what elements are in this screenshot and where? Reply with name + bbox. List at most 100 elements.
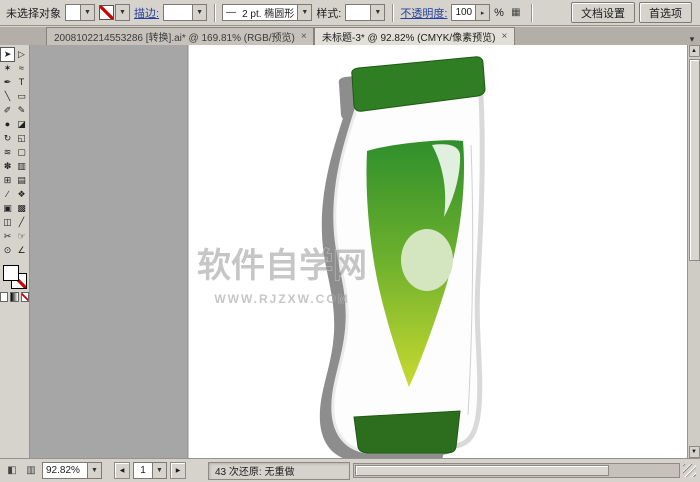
chevron-down-icon: ▼: [80, 5, 94, 20]
zoom-tool[interactable]: ⊙: [1, 244, 14, 257]
none-mode-button[interactable]: [21, 292, 29, 302]
opacity-panel-link[interactable]: 不透明度:: [400, 5, 447, 21]
separator: [531, 4, 532, 22]
watermark-text-line2: WWW.RJZXW.COM: [214, 292, 349, 306]
vertical-scrollbar[interactable]: ▲ ▼: [687, 45, 700, 458]
vertical-scroll-track[interactable]: [689, 57, 700, 446]
type-tool[interactable]: T: [15, 76, 28, 89]
chevron-down-icon: ▼: [152, 463, 166, 478]
status-bar: ◧ ▥ 92.82% ▼ ◀ 1 ▼ ▶ 43 次还原: 无重做: [0, 458, 700, 482]
paint-mode-buttons: [0, 292, 29, 302]
blend-tool[interactable]: ❖: [15, 188, 28, 201]
chevron-down-icon: ▼: [370, 5, 384, 20]
watermark-text-line1: 软件自学网: [197, 246, 367, 285]
artboard-tool[interactable]: ◫: [1, 216, 14, 229]
prev-artboard-icon[interactable]: ◀: [114, 462, 130, 479]
zoom-level-combo[interactable]: 92.82% ▼: [42, 462, 102, 479]
chevron-down-icon: ▼: [297, 5, 311, 20]
shaver-base[interactable]: [354, 411, 460, 453]
stroke-none-swatch[interactable]: [99, 5, 114, 20]
next-artboard-icon[interactable]: ▶: [170, 462, 186, 479]
power-button-shape[interactable]: [401, 229, 453, 291]
options-bar: 未选择对象 ▼ ▼ 描边: ▼ — 2 pt. 椭圆形 ▼ 样式: ▼ 不透明度…: [0, 0, 700, 26]
watermark: 软件自学网 WWW.RJZXW.COM: [197, 246, 367, 306]
color-mode-button[interactable]: [0, 292, 8, 302]
tab-label: 2008102214553286 [转换].ai* @ 169.81% (RGB…: [54, 29, 295, 44]
selection-tool[interactable]: ➤: [1, 48, 14, 61]
chevron-down-icon: ▼: [115, 4, 130, 21]
separator: [392, 4, 393, 22]
appearance-dropdown[interactable]: ▼: [65, 4, 95, 21]
brush-definition-combo[interactable]: — 2 pt. 椭圆形 ▼: [222, 4, 312, 21]
eraser-tool[interactable]: ◪: [15, 118, 28, 131]
close-icon[interactable]: ×: [301, 31, 307, 42]
gradient-mode-button[interactable]: [10, 292, 18, 302]
document-tab-2[interactable]: 未标题-3* @ 92.82% (CMYK/像素预览) ×: [314, 27, 515, 45]
canvas-area[interactable]: 软件自学网 WWW.RJZXW.COM: [30, 45, 687, 458]
document-setup-button[interactable]: 文档设置: [571, 2, 635, 23]
chevron-down-icon: ▼: [87, 463, 101, 478]
tab-label: 未标题-3* @ 92.82% (CMYK/像素预览): [322, 29, 496, 44]
eyedropper-tool[interactable]: ∕: [1, 188, 14, 201]
warp-tool[interactable]: ≋: [1, 146, 14, 159]
scroll-up-icon[interactable]: ▲: [689, 45, 700, 57]
gradient-tool[interactable]: ▤: [15, 174, 28, 187]
direct-selection-tool[interactable]: ▷: [15, 48, 28, 61]
zoom-level-value: 92.82%: [43, 465, 87, 476]
measure-tool[interactable]: ∠: [15, 244, 28, 257]
tab-overflow-icon[interactable]: ▾: [684, 34, 700, 45]
resize-grip[interactable]: [683, 464, 696, 477]
scroll-down-icon[interactable]: ▼: [689, 446, 700, 458]
fill-swatch[interactable]: [3, 265, 19, 281]
opacity-combo[interactable]: 100 ▸: [451, 4, 490, 21]
undo-status-box: 43 次还原: 无重做: [208, 462, 350, 480]
stroke-panel-link[interactable]: 描边:: [134, 5, 159, 21]
symbol-sprayer-tool[interactable]: ✽: [1, 160, 14, 173]
close-icon[interactable]: ×: [502, 31, 508, 42]
document-tab-1[interactable]: 2008102214553286 [转换].ai* @ 169.81% (RGB…: [46, 27, 314, 45]
mini-fill-stroke-icon[interactable]: ◧: [4, 463, 20, 479]
tools-panel: ➤ ▷ ✶ ≈ ✒ T ╲ ▭ ✐ ✎ ● ◪ ↻ ◱ ≋ ▢ ✽ ▥ ⊞ ▤ …: [0, 45, 30, 458]
spinner-right-icon: ▸: [475, 5, 489, 20]
style-label: 样式:: [316, 5, 341, 21]
rectangle-tool[interactable]: ▭: [15, 90, 28, 103]
lasso-tool[interactable]: ≈: [15, 62, 28, 75]
horizontal-scroll-thumb[interactable]: [355, 465, 609, 476]
scale-tool[interactable]: ◱: [15, 132, 28, 145]
pencil-tool[interactable]: ✎: [15, 104, 28, 117]
blob-brush-tool[interactable]: ●: [1, 118, 14, 131]
live-paint-bucket-tool[interactable]: ▣: [1, 202, 14, 215]
live-paint-selection-tool[interactable]: ▩: [15, 202, 28, 215]
graph-style-icon[interactable]: ▦: [508, 5, 524, 21]
brush-preview-icon: —: [223, 7, 239, 18]
magic-wand-tool[interactable]: ✶: [1, 62, 14, 75]
hand-tool[interactable]: ☞: [15, 230, 28, 243]
document-tab-bar: 2008102214553286 [转换].ai* @ 169.81% (RGB…: [0, 27, 700, 45]
line-segment-tool[interactable]: ╲: [1, 90, 14, 103]
stroke-weight-combo[interactable]: ▼: [163, 4, 207, 21]
chevron-down-icon: ▼: [192, 5, 206, 20]
preferences-button[interactable]: 首选项: [639, 2, 692, 23]
mini-screen-mode-icon[interactable]: ▥: [23, 463, 39, 479]
vertical-scroll-thumb[interactable]: [689, 59, 700, 261]
tool-grid: ➤ ▷ ✶ ≈ ✒ T ╲ ▭ ✐ ✎ ● ◪ ↻ ◱ ≋ ▢ ✽ ▥ ⊞ ▤ …: [0, 48, 29, 257]
illustrator-window: 未选择对象 ▼ ▼ 描边: ▼ — 2 pt. 椭圆形 ▼ 样式: ▼ 不透明度…: [0, 0, 700, 482]
artboard-nav-combo[interactable]: 1 ▼: [133, 462, 167, 479]
slice-tool[interactable]: ╱: [15, 216, 28, 229]
mesh-tool[interactable]: ⊞: [1, 174, 14, 187]
scissors-tool[interactable]: ✂: [1, 230, 14, 243]
paintbrush-tool[interactable]: ✐: [1, 104, 14, 117]
pen-tool[interactable]: ✒: [1, 76, 14, 89]
style-combo[interactable]: ▼: [345, 4, 385, 21]
rotate-tool[interactable]: ↻: [1, 132, 14, 145]
column-graph-tool[interactable]: ▥: [15, 160, 28, 173]
separator: [214, 4, 215, 22]
artboard-number: 1: [134, 465, 152, 476]
artboard-svg: 软件自学网 WWW.RJZXW.COM: [30, 45, 687, 458]
fill-stroke-indicator[interactable]: [3, 265, 27, 289]
free-transform-tool[interactable]: ▢: [15, 146, 28, 159]
undo-status-text: 43 次还原: 无重做: [215, 463, 294, 478]
stroke-color-dropdown[interactable]: ▼: [99, 4, 130, 21]
opacity-unit: %: [494, 7, 504, 19]
horizontal-scrollbar[interactable]: [353, 463, 680, 478]
